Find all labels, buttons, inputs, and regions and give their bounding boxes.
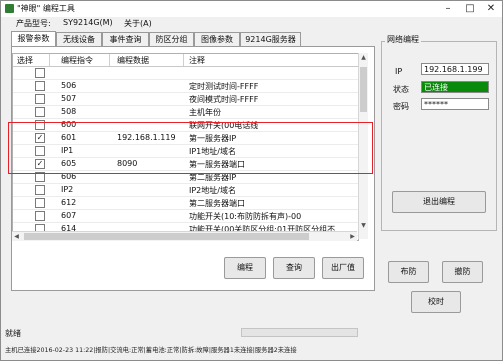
row-checkbox[interactable] <box>35 68 45 78</box>
exit-program-button[interactable]: 退出编程 <box>392 191 486 213</box>
ip-field[interactable]: 192.168.1.199 <box>421 63 489 75</box>
maximize-icon[interactable]: □ <box>459 1 481 17</box>
tab-9214g-server[interactable]: 9214G服务器 <box>240 32 301 46</box>
row-note: 第二服务器端口 <box>189 199 245 208</box>
table-row[interactable]: 612 第二服务器端口 <box>13 197 358 210</box>
tab-zone-groups[interactable]: 防区分组 <box>149 32 194 46</box>
query-button[interactable]: 查询 <box>273 257 315 279</box>
table-header: 选择 编程指令 编程数据 注释 <box>13 54 358 67</box>
connection-status-field: 已连接 <box>421 81 489 93</box>
product-model: SY9214G(M) <box>63 18 113 27</box>
menu-bar: 产品型号: SY9214G(M) 关于(A) <box>1 17 502 29</box>
row-checkbox[interactable] <box>35 107 45 117</box>
tab-image-params[interactable]: 图像参数 <box>194 32 240 46</box>
header-command: 编程指令 <box>61 56 93 65</box>
row-command: IP2 <box>61 185 74 194</box>
row-checkbox[interactable] <box>35 81 45 91</box>
about-menu[interactable]: 关于(A) <box>124 18 152 29</box>
status-label: 状态 <box>393 85 409 94</box>
status-ready: 就绪 <box>5 329 21 338</box>
arm-button[interactable]: 布防 <box>388 261 429 283</box>
row-note: 功能开关(10:布防防拆有声)-00 <box>189 212 302 221</box>
tab-event-query[interactable]: 事件查询 <box>102 32 149 46</box>
scroll-left-icon[interactable]: ◀ <box>12 232 21 241</box>
status-line: 主机已连接2016-02-23 11:22|报防|交流电:正常|蓄电池:正常|防… <box>5 347 297 354</box>
table-row[interactable]: 607 功能开关(10:布防防拆有声)-00 <box>13 210 358 223</box>
header-select: 选择 <box>17 56 33 65</box>
header-note: 注释 <box>189 56 205 65</box>
scroll-up-icon[interactable]: ▲ <box>359 53 368 62</box>
disarm-button[interactable]: 撤防 <box>442 261 483 283</box>
row-note: IP2地址/域名 <box>189 186 236 195</box>
window-title: "神眼" 编程工具 <box>17 4 75 13</box>
row-checkbox[interactable] <box>35 198 45 208</box>
table-row[interactable]: 507 夜间模式时间-FFFF <box>13 93 358 106</box>
tab-alarm-params[interactable]: 报警参数 <box>11 31 56 47</box>
row-command: 508 <box>61 107 77 116</box>
tab-wireless-devices[interactable]: 无线设备 <box>56 32 102 46</box>
table-row[interactable] <box>13 67 358 80</box>
factory-default-button[interactable]: 出厂值 <box>322 257 364 279</box>
password-field[interactable]: ****** <box>421 98 489 110</box>
row-checkbox[interactable] <box>35 185 45 195</box>
table-row[interactable]: 506 定时测试时间-FFFF <box>13 80 358 93</box>
status-progress-bar <box>241 328 358 337</box>
scroll-right-icon[interactable]: ▶ <box>348 232 357 241</box>
row-note: 夜间模式时间-FFFF <box>189 95 259 104</box>
app-window: "神眼" 编程工具 – □ ✕ 产品型号: SY9214G(M) 关于(A) 报… <box>0 0 503 361</box>
minimize-icon[interactable]: – <box>437 1 459 17</box>
annotation-highlight-box <box>8 122 373 174</box>
row-command: 612 <box>61 198 77 207</box>
row-command: 506 <box>61 81 77 90</box>
row-checkbox[interactable] <box>35 211 45 221</box>
title-bar: "神眼" 编程工具 – □ ✕ <box>1 1 502 17</box>
close-icon[interactable]: ✕ <box>480 1 502 17</box>
product-label: 产品型号: <box>16 19 51 28</box>
header-data: 编程数据 <box>117 56 149 65</box>
program-button[interactable]: 编程 <box>224 257 266 279</box>
scroll-down-icon[interactable]: ▼ <box>359 221 368 230</box>
ip-label: IP <box>395 67 403 76</box>
table-horizontal-scrollbar[interactable]: ◀ ▶ <box>12 231 357 241</box>
status-bar: 就绪 主机已连接2016-02-23 11:22|报防|交流电:正常|蓄电池:正… <box>1 326 502 360</box>
row-command: 607 <box>61 211 77 220</box>
row-checkbox[interactable] <box>35 94 45 104</box>
sync-time-button[interactable]: 校时 <box>411 291 461 313</box>
scroll-thumb[interactable] <box>24 233 309 240</box>
app-icon <box>5 4 14 13</box>
password-label: 密码 <box>393 102 409 111</box>
row-note: 定时测试时间-FFFF <box>189 82 259 91</box>
table-row[interactable]: 508 主机年份 <box>13 106 358 119</box>
table-row[interactable]: IP2 IP2地址/域名 <box>13 184 358 197</box>
row-command: 507 <box>61 94 77 103</box>
row-note: 主机年份 <box>189 108 221 117</box>
network-group-title: 网络编程 <box>385 34 421 45</box>
scroll-thumb[interactable] <box>360 67 367 112</box>
